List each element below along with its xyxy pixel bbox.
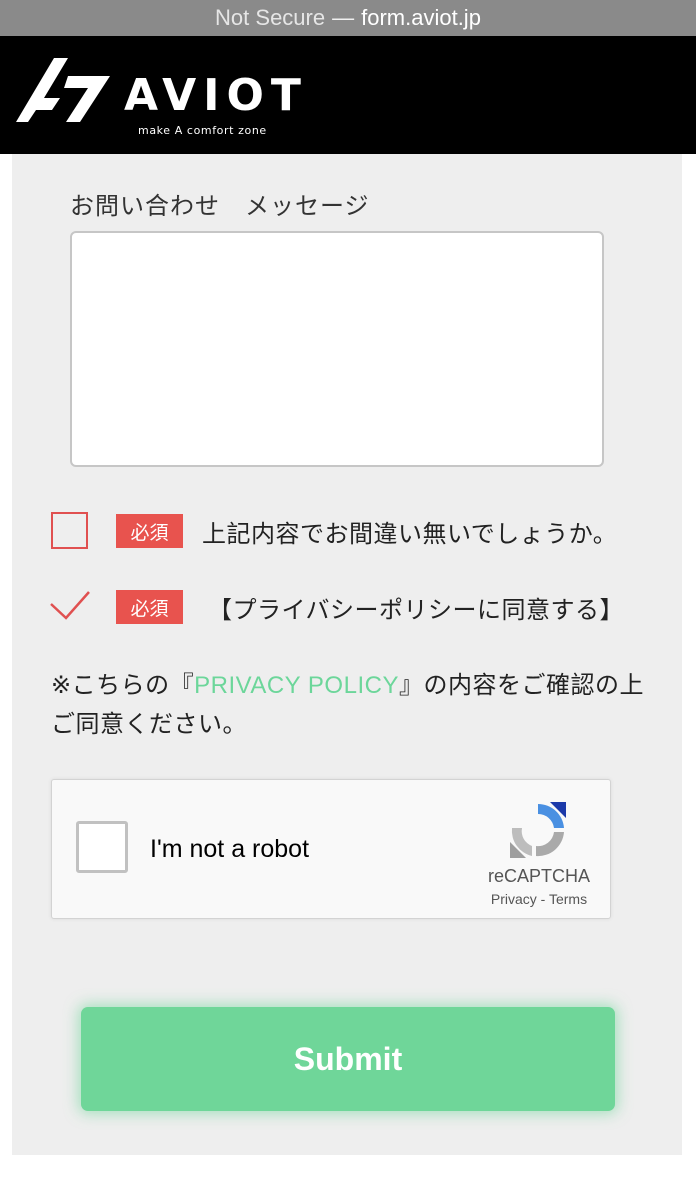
url-separator: — xyxy=(332,5,355,30)
required-badge: 必須 xyxy=(116,514,183,548)
url-domain: form.aviot.jp xyxy=(361,5,481,30)
logo-tagline: make A comfort zone xyxy=(138,124,267,137)
aviot-logo[interactable]: AVIOT make A comfort zone xyxy=(14,56,314,146)
confirm-row: 必須 上記内容でお間違い無いでしょうか。 xyxy=(0,512,696,552)
logo-wordmark: AVIOT xyxy=(124,70,308,121)
browser-address-bar[interactable]: Not Secure — form.aviot.jp xyxy=(0,0,696,36)
aviot-logo-mark-icon xyxy=(16,58,110,122)
privacy-note: ※こちらの『PRIVACY POLICY』の内容をご確認の上ご同意ください。 xyxy=(51,666,661,743)
confirm-label: 上記内容でお間違い無いでしょうか。 xyxy=(202,520,618,548)
confirm-checkbox[interactable] xyxy=(51,512,88,549)
recaptcha-brand: reCAPTCHA xyxy=(487,866,590,886)
submit-button[interactable]: Submit xyxy=(81,1007,615,1111)
recaptcha-terms-link[interactable]: Terms xyxy=(549,891,587,907)
recaptcha-links: Privacy - Terms xyxy=(472,891,606,907)
required-badge: 必須 xyxy=(116,590,183,624)
recaptcha-widget: I'm not a robot reCAPTCHA Privacy - Term… xyxy=(51,779,611,919)
recaptcha-icon xyxy=(510,802,566,858)
message-textarea[interactable] xyxy=(70,231,604,467)
site-header: AVIOT make A comfort zone xyxy=(0,36,696,154)
recaptcha-checkbox[interactable] xyxy=(76,821,128,873)
privacy-note-prefix: ※こちらの『 xyxy=(51,671,195,699)
privacy-checkbox-check-icon[interactable] xyxy=(48,588,92,624)
privacy-policy-link[interactable]: PRIVACY POLICY xyxy=(194,672,399,699)
message-label: お問い合わせ メッセージ xyxy=(70,192,370,220)
privacy-row: 必須 【プライバシーポリシーに同意する】 xyxy=(0,588,696,628)
recaptcha-links-separator: - xyxy=(540,891,546,907)
privacy-label: 【プライバシーポリシーに同意する】 xyxy=(208,596,625,624)
recaptcha-privacy-link[interactable]: Privacy xyxy=(491,891,537,907)
recaptcha-label: I'm not a robot xyxy=(150,835,310,863)
security-label: Not Secure xyxy=(215,5,326,30)
